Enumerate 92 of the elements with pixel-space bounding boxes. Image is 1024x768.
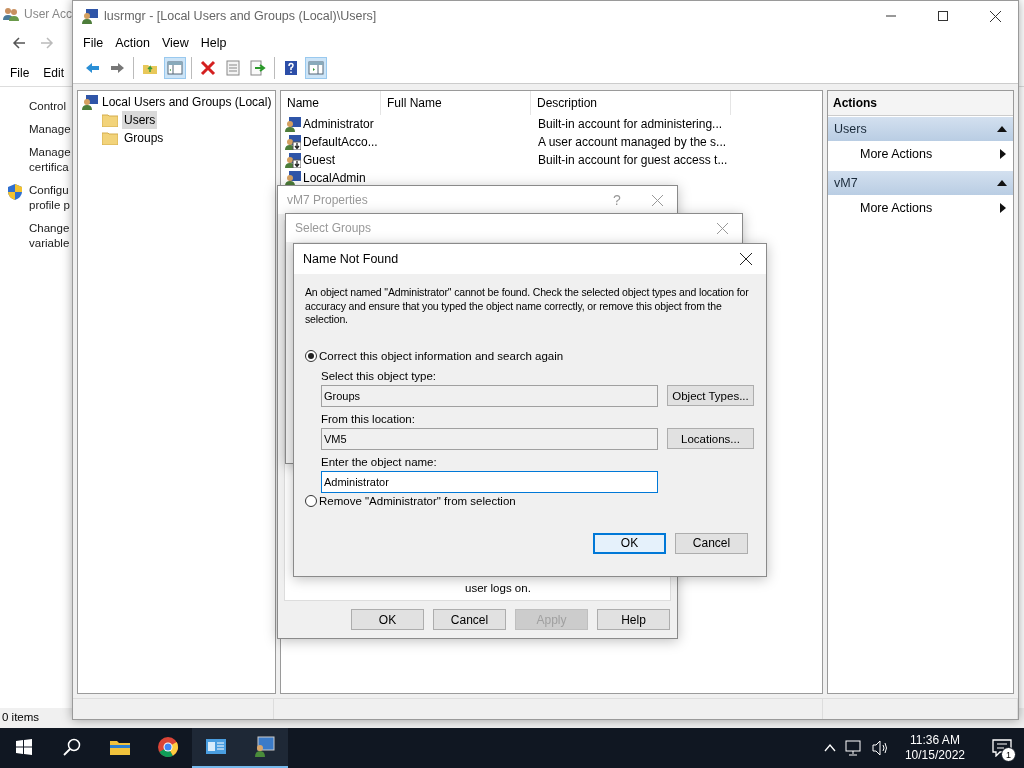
dialog-button[interactable]: Help	[597, 609, 670, 630]
browse-button[interactable]: Locations...	[667, 428, 754, 449]
task-link[interactable]: Change variable	[29, 221, 70, 251]
note-text: user logs on.	[465, 582, 532, 594]
close-icon	[740, 253, 752, 265]
menu-item[interactable]: View	[155, 34, 195, 52]
dialog-title: Select Groups	[295, 221, 373, 235]
column-header[interactable]: Description	[531, 91, 731, 115]
forward-icon	[109, 60, 125, 76]
maximize-icon	[938, 11, 948, 21]
user-icon	[285, 116, 301, 132]
folder-icon	[102, 131, 118, 145]
user-description: Built-in account for administering...	[538, 117, 723, 131]
dialog-button[interactable]: OK	[593, 532, 666, 554]
action-item[interactable]: More Actions	[828, 141, 1013, 167]
users-icon	[3, 6, 19, 22]
action-pane-icon	[308, 60, 324, 76]
folder-icon	[102, 113, 118, 127]
field-label: Enter the object name:	[321, 455, 438, 468]
disabled-user-icon	[285, 134, 301, 150]
export-icon	[250, 60, 266, 76]
console-tree-icon	[167, 60, 183, 76]
action-section-header[interactable]: vM7	[828, 171, 1013, 195]
notification-button[interactable]: 1	[980, 728, 1024, 768]
back-arrow-icon[interactable]	[12, 36, 26, 50]
action-section-header[interactable]: Users	[828, 117, 1013, 141]
notification-icon	[992, 739, 1012, 757]
dialog-title: vM7 Properties	[287, 193, 369, 207]
tree-item[interactable]: Groups	[122, 129, 166, 147]
console-tree-button[interactable]	[164, 57, 186, 79]
user-monitor-icon	[252, 735, 276, 759]
collapse-icon[interactable]	[997, 180, 1007, 186]
dialog-title: Name Not Found	[303, 252, 400, 266]
radio-option[interactable]: Correct this object information and search again	[305, 347, 759, 364]
user-icon	[285, 170, 301, 186]
delete-icon	[200, 60, 216, 76]
menu-item[interactable]: File	[10, 66, 30, 80]
error-message: An object named "Administrator" cannot be found. Check the selected object types and location for accuracy and ensure that you typed the object name correctly, or remove this object from the selection.	[305, 286, 750, 327]
input-field[interactable]: Groups	[321, 384, 658, 407]
column-header[interactable]: Name	[281, 91, 381, 115]
action-item[interactable]: More Actions	[828, 195, 1013, 221]
close-icon	[651, 194, 663, 206]
browser-icon	[156, 735, 180, 759]
clock[interactable]: 11:36 AM 10/15/2022	[898, 733, 971, 763]
menu-item[interactable]: Help	[194, 34, 233, 52]
computer-users-icon	[82, 94, 98, 110]
task-link[interactable]: Configu profile p	[29, 183, 70, 213]
field-label: Select this object type:	[321, 369, 438, 382]
close-icon	[716, 222, 728, 234]
computer-users-icon	[82, 8, 98, 24]
menu-item[interactable]: File	[77, 34, 110, 52]
control-panel-taskbar-button[interactable]	[192, 728, 240, 768]
browse-button[interactable]: Object Types...	[667, 385, 754, 406]
dialog-button[interactable]: Cancel	[675, 532, 748, 554]
tree-item[interactable]: Users	[122, 111, 158, 129]
column-header[interactable]: Full Name	[381, 91, 531, 115]
user-name[interactable]: LocalAdmin	[303, 171, 366, 185]
shield-icon	[7, 184, 22, 200]
input-field[interactable]: Administrator	[321, 470, 658, 493]
back-icon	[84, 60, 100, 76]
submenu-arrow-icon	[1000, 149, 1006, 159]
user-description: Built-in account for guest access t...	[538, 153, 728, 167]
input-field[interactable]: VM5	[321, 427, 658, 450]
close-icon	[989, 10, 1001, 22]
radio-option[interactable]: Remove "Administrator" from selection	[305, 492, 759, 509]
window-title: User Acc	[24, 7, 72, 21]
network-icon[interactable]	[844, 740, 863, 756]
user-name[interactable]: Administrator	[303, 117, 374, 131]
start-icon	[16, 739, 32, 755]
submenu-arrow-icon	[1000, 203, 1006, 213]
search-icon	[63, 738, 81, 756]
tree-item[interactable]: Local Users and Groups (Local)	[102, 95, 272, 109]
menu-item[interactable]: Edit	[43, 66, 65, 80]
dialog-button[interactable]: Cancel	[433, 609, 506, 630]
notification-count: 1	[1001, 747, 1016, 762]
field-label: From this location:	[321, 412, 416, 425]
user-description: A user account managed by the s...	[538, 135, 727, 149]
chevron-up-icon[interactable]	[823, 744, 836, 752]
dialog-button[interactable]: OK	[351, 609, 424, 630]
task-link[interactable]: Manage	[29, 122, 71, 137]
status-text: 0 items	[2, 711, 40, 723]
disabled-user-icon	[285, 152, 301, 168]
volume-icon[interactable]	[871, 740, 890, 756]
help-icon	[283, 60, 299, 76]
users-taskbar-button[interactable]	[240, 728, 288, 768]
task-link[interactable]: Control	[29, 99, 67, 114]
collapse-icon[interactable]	[997, 126, 1007, 132]
actions-header: Actions	[828, 91, 1013, 116]
task-link[interactable]: Manage certifica	[29, 145, 71, 175]
properties-icon	[225, 60, 241, 76]
window-title: lusrmgr - [Local Users and Groups (Local)\Users]	[104, 9, 378, 23]
menu-item[interactable]: Action	[109, 34, 156, 52]
